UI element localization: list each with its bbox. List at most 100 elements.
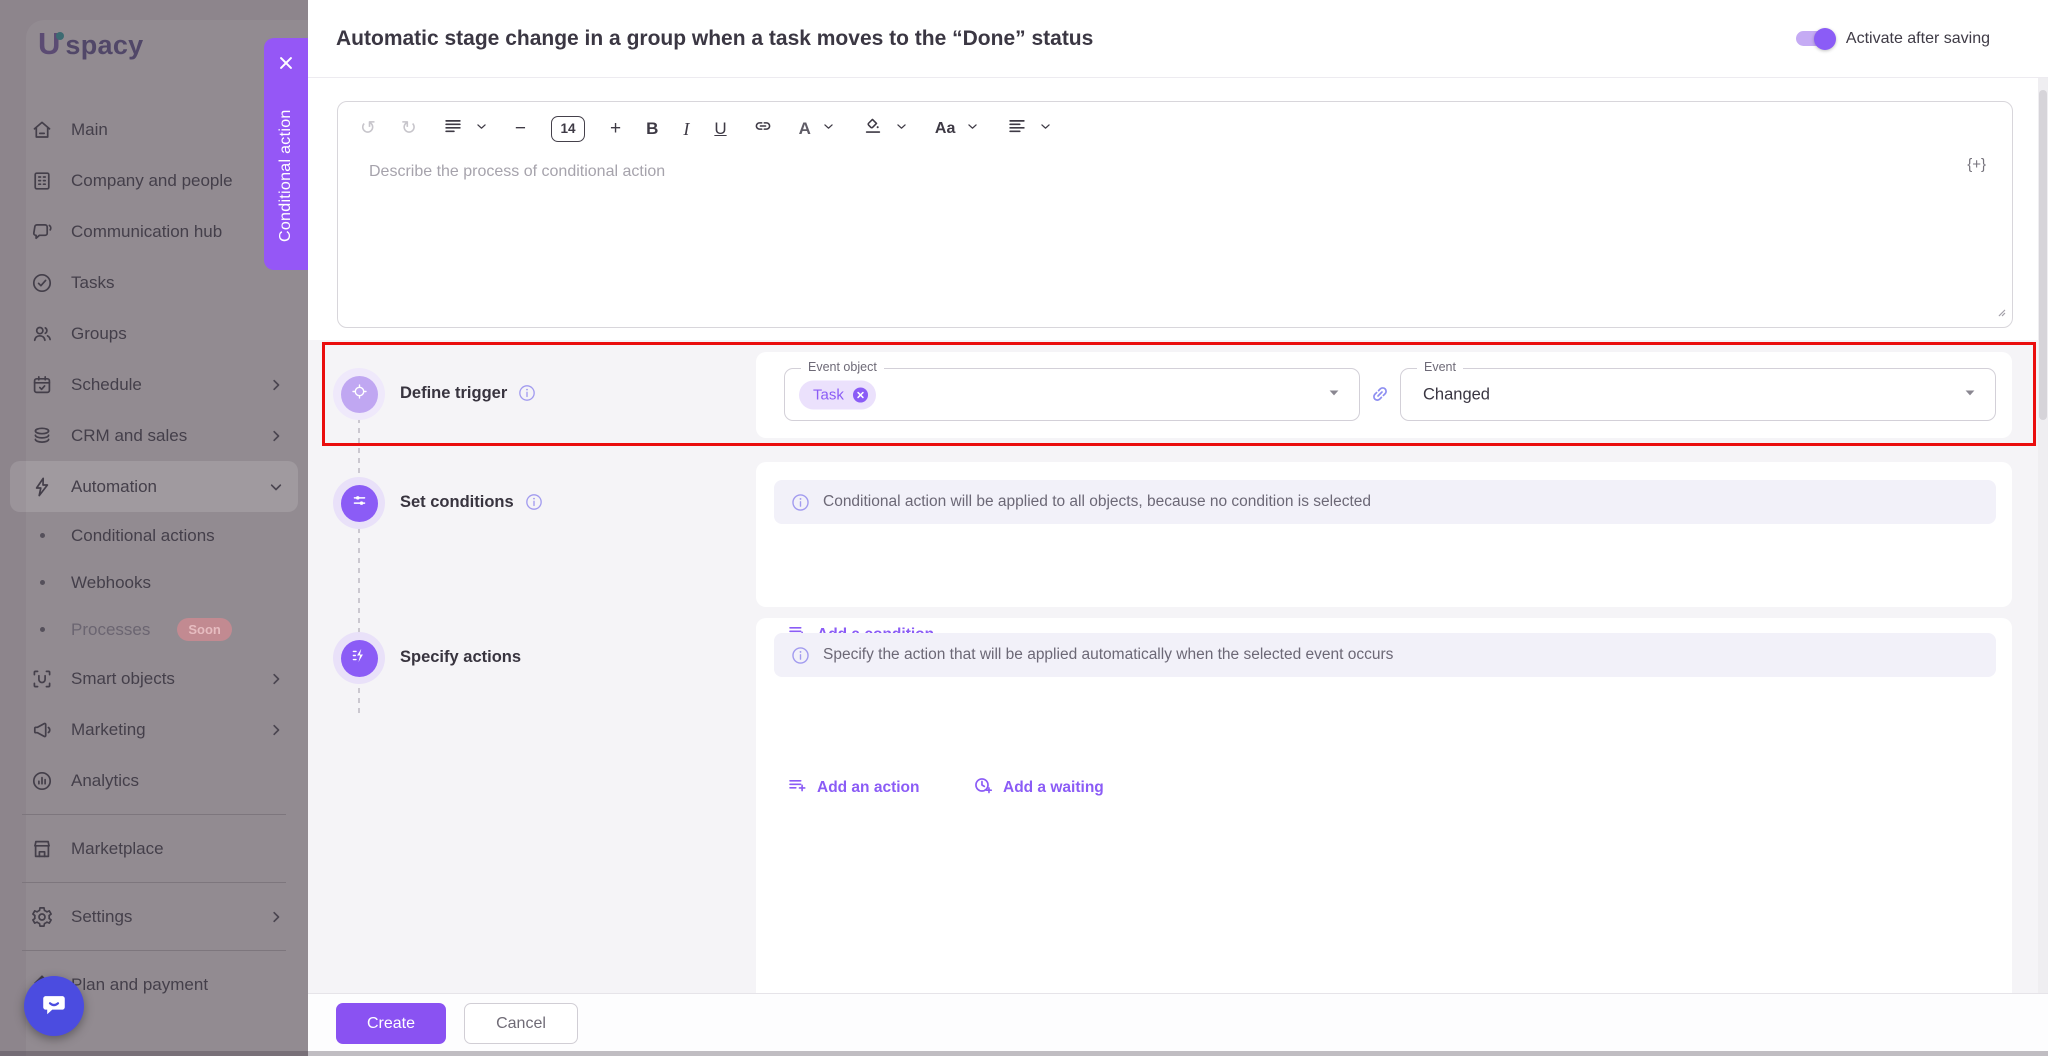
logo-dot [56,32,65,40]
chevron-right-icon [266,375,286,395]
sidebar-item-crm-and-sales[interactable]: CRM and sales [10,410,298,461]
sidebar-item-groups[interactable]: Groups [10,308,298,359]
panel-header: Automatic stage change in a group when a… [308,0,2048,78]
chevron-down-icon [1037,118,1054,140]
sidebar-item-analytics[interactable]: Analytics [10,755,298,806]
bullet-icon [30,533,54,538]
add-waiting-button[interactable]: Add a waiting [972,775,1104,801]
chat-bubble-icon [37,987,71,1026]
sidebar-item-main[interactable]: Main [10,104,298,155]
panel-content: ↺ ↻ − 14 + B I U A Aa Describe the process of con… [308,78,2048,993]
target-icon [349,381,370,407]
actions-info-banner: Specify the action that will be applied … [774,633,1996,677]
description-editor: ↺ ↻ − 14 + B I U A Aa Describe the process of con… [337,101,2013,328]
chip-remove-icon[interactable] [851,385,870,404]
toolbar-text-case-button[interactable]: Aa [935,118,981,140]
sidebar-item-automation[interactable]: Automation [10,461,298,512]
toolbar-insert-link-button[interactable] [752,115,774,142]
resize-grip[interactable] [1988,299,2008,324]
paragraph-format-icon [442,115,464,142]
sidebar-item-schedule[interactable]: Schedule [10,359,298,410]
task-icon [30,271,54,295]
sidebar-item-label: Processes [71,619,151,639]
toolbar-font-size-increase-button[interactable]: + [610,118,621,140]
chevron-down-icon [964,118,981,140]
sidebar-item-label: Groups [71,323,127,343]
specify-actions-step-icon [333,632,385,684]
set-conditions-step-icon [333,477,385,529]
sidebar-item-marketing[interactable]: Marketing [10,704,298,755]
people-icon [30,322,54,346]
sidebar-item-label: Analytics [71,770,140,790]
info-icon[interactable] [524,492,544,512]
chart-icon [30,769,54,793]
chevron-right-icon [266,426,286,446]
toolbar-font-size-value-button[interactable]: 14 [550,115,585,142]
info-icon[interactable] [517,383,537,403]
sidebar-item-label: Plan and payment [71,974,209,994]
event-select[interactable]: Event Changed [1400,360,1996,421]
store-icon [30,837,54,861]
toolbar-italic-button[interactable]: I [683,118,689,140]
define-trigger-label: Define trigger [400,383,508,402]
close-icon[interactable] [273,50,299,76]
font-size-increase-glyph: + [609,117,622,139]
sidebar-divider [22,950,286,951]
page-title: Automatic stage change in a group when a… [336,26,1094,50]
add-action-button[interactable]: Add an action [786,775,919,801]
scrollbar-thumb[interactable] [2039,90,2047,420]
add-waiting-label: Add a waiting [1003,779,1104,796]
chevron-down-icon[interactable] [1959,381,1981,408]
clock-plus-icon [972,775,993,801]
playlist-add-icon [786,775,807,801]
link-fields-icon [1368,382,1392,411]
activate-toggle-label: Activate after saving [1845,29,1990,47]
sidebar-item-conditional-actions[interactable]: Conditional actions [10,512,298,559]
cancel-button[interactable]: Cancel [464,1003,578,1044]
sidebar-item-processes: Processes Soon [10,606,298,653]
text-case-glyph: Aa [934,119,956,137]
sidebar-item-label: Automation [71,476,157,496]
sidebar-item-smart-objects[interactable]: Smart objects [10,653,298,704]
sidebar-item-webhooks[interactable]: Webhooks [10,559,298,606]
sliders-icon [349,490,370,516]
toolbar-text-color-button[interactable]: A [799,118,837,140]
conditions-info-text: Conditional action will be applied to al… [823,493,1372,510]
sidebar-item-label: Webhooks [71,572,152,592]
set-conditions-label-row: Set conditions [400,492,544,512]
description-textarea[interactable]: Describe the process of conditional acti… [338,146,2012,311]
sidebar-item-label: Tasks [71,272,115,292]
building-icon [30,169,54,193]
toolbar-font-size-decrease-button[interactable]: − [515,118,526,140]
insert-variable-button[interactable]: {+} [1967,156,1986,173]
scrollbar[interactable] [2038,78,2048,993]
create-button[interactable]: Create [336,1003,446,1044]
toolbar-paragraph-format-button[interactable] [442,115,490,142]
insert-link-icon [752,115,774,142]
set-conditions-label: Set conditions [400,492,514,511]
font-size-input[interactable]: 14 [550,115,585,142]
text-color-glyph: A [798,118,811,138]
define-trigger-step-icon [333,368,385,420]
toolbar-highlight-color-button[interactable] [862,115,910,142]
toolbar-text-align-button[interactable] [1006,115,1054,142]
toolbar-bold-button[interactable]: B [646,118,658,140]
soon-badge: Soon [177,618,232,641]
conditional-action-panel: Automatic stage change in a group when a… [308,0,2048,1056]
sidebar-item-tasks[interactable]: Tasks [10,257,298,308]
event-object-select[interactable]: Event object Task [784,360,1360,421]
sidebar-item-company-and-people[interactable]: Company and people [10,155,298,206]
stack-icon [30,424,54,448]
sidebar-item-communication-hub[interactable]: Communication hub [10,206,298,257]
chevron-right-icon [266,669,286,689]
activate-after-saving-toggle[interactable] [1795,27,1836,50]
sidebar-item-marketplace[interactable]: Marketplace [10,823,298,874]
gear-icon [30,905,54,929]
chat-launcher-button[interactable] [24,976,84,1036]
sidebar-item-label: Main [71,119,108,139]
chevron-down-icon [473,118,490,140]
conditional-action-tab[interactable]: Conditional action [264,38,308,270]
toolbar-underline-button[interactable]: U [714,118,726,140]
sidebar-item-settings[interactable]: Settings [10,891,298,942]
chevron-down-icon[interactable] [1323,381,1345,408]
